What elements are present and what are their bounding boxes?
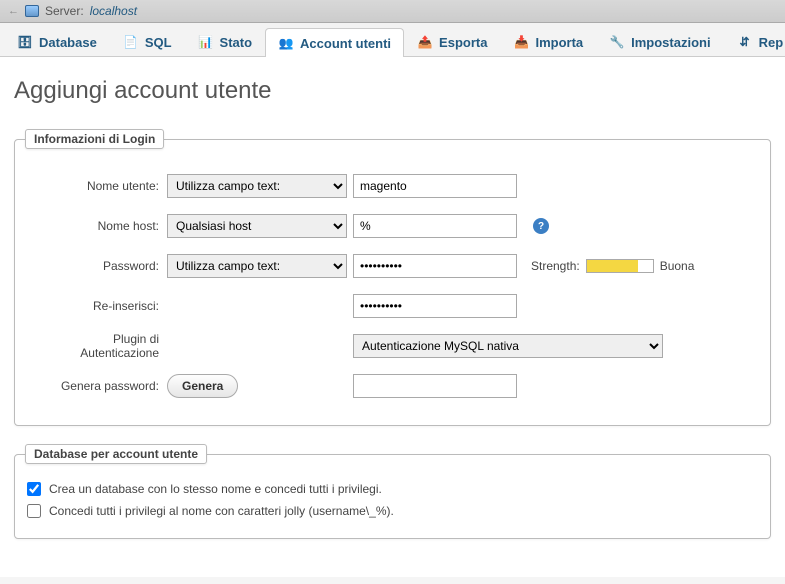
create-db-checkbox[interactable] bbox=[27, 482, 41, 496]
generate-button[interactable]: Genera bbox=[167, 374, 238, 398]
strength-bar bbox=[586, 259, 654, 273]
create-db-label: Crea un database con lo stesso nome e co… bbox=[49, 482, 382, 496]
tab-user-accounts[interactable]: 👥 Account utenti bbox=[265, 28, 404, 57]
breadcrumb: ← Server: localhost bbox=[0, 0, 785, 23]
database-legend: Database per account utente bbox=[25, 444, 207, 464]
server-icon bbox=[25, 5, 39, 17]
tab-import[interactable]: 📥 Importa bbox=[500, 27, 596, 56]
breadcrumb-server-link[interactable]: localhost bbox=[90, 4, 137, 18]
main-content: Aggiungi account utente Informazioni di … bbox=[0, 57, 785, 577]
auth-plugin-label: Plugin di Autenticazione bbox=[25, 332, 167, 360]
import-icon: 📥 bbox=[513, 34, 529, 50]
password-type-select[interactable]: Utilizza campo text: bbox=[167, 254, 347, 278]
tab-bar: 🗄 Database 📄 SQL 📊 Stato 👥 Account utent… bbox=[0, 23, 785, 57]
tab-export[interactable]: 📤 Esporta bbox=[404, 27, 500, 56]
row-generate: Genera password: Genera bbox=[25, 369, 760, 403]
tab-label: Database bbox=[39, 35, 97, 50]
wildcard-checkbox[interactable] bbox=[27, 504, 41, 518]
wildcard-label: Concedi tutti i privilegi al nome con ca… bbox=[49, 504, 394, 518]
tab-status[interactable]: 📊 Stato bbox=[185, 27, 266, 56]
tab-replication[interactable]: ⇵ Rep bbox=[724, 27, 785, 56]
database-icon: 🗄 bbox=[17, 34, 33, 50]
username-type-select[interactable]: Utilizza campo text: bbox=[167, 174, 347, 198]
tab-label: Importa bbox=[535, 35, 583, 50]
login-info-legend: Informazioni di Login bbox=[25, 129, 164, 149]
row-wildcard: Concedi tutti i privilegi al nome con ca… bbox=[25, 500, 760, 522]
host-type-select[interactable]: Qualsiasi host bbox=[167, 214, 347, 238]
host-label: Nome host: bbox=[25, 219, 167, 233]
generated-password-input[interactable] bbox=[353, 374, 517, 398]
password-strength: Strength: Buona bbox=[531, 259, 694, 273]
retype-label: Re-inserisci: bbox=[25, 299, 167, 313]
password-input[interactable] bbox=[353, 254, 517, 278]
password-label: Password: bbox=[25, 259, 167, 273]
row-create-db: Crea un database con lo stesso nome e co… bbox=[25, 478, 760, 500]
retype-input[interactable] bbox=[353, 294, 517, 318]
strength-text: Buona bbox=[660, 259, 695, 273]
sql-icon: 📄 bbox=[123, 34, 139, 50]
tab-label: SQL bbox=[145, 35, 172, 50]
tab-settings[interactable]: 🔧 Impostazioni bbox=[596, 27, 723, 56]
tab-sql[interactable]: 📄 SQL bbox=[110, 27, 185, 56]
gear-icon: 🔧 bbox=[609, 34, 625, 50]
database-fieldset: Database per account utente Crea un data… bbox=[14, 444, 771, 539]
login-info-fieldset: Informazioni di Login Nome utente: Utili… bbox=[14, 129, 771, 426]
strength-label: Strength: bbox=[531, 259, 580, 273]
row-username: Nome utente: Utilizza campo text: bbox=[25, 169, 760, 203]
tab-label: Account utenti bbox=[300, 36, 391, 51]
users-icon: 👥 bbox=[278, 35, 294, 51]
row-password: Password: Utilizza campo text: Strength:… bbox=[25, 249, 760, 283]
tab-label: Esporta bbox=[439, 35, 487, 50]
auth-plugin-select[interactable]: Autenticazione MySQL nativa bbox=[353, 334, 663, 358]
username-label: Nome utente: bbox=[25, 179, 167, 193]
generate-label: Genera password: bbox=[25, 379, 167, 393]
host-input[interactable] bbox=[353, 214, 517, 238]
tab-database[interactable]: 🗄 Database bbox=[4, 27, 110, 56]
tab-label: Stato bbox=[220, 35, 253, 50]
row-auth-plugin: Plugin di Autenticazione Autenticazione … bbox=[25, 329, 760, 363]
row-host: Nome host: Qualsiasi host ? bbox=[25, 209, 760, 243]
replication-icon: ⇵ bbox=[737, 34, 753, 50]
tab-label: Impostazioni bbox=[631, 35, 710, 50]
page-title: Aggiungi account utente bbox=[14, 77, 771, 105]
username-input[interactable] bbox=[353, 174, 517, 198]
export-icon: 📤 bbox=[417, 34, 433, 50]
status-icon: 📊 bbox=[198, 34, 214, 50]
help-icon[interactable]: ? bbox=[533, 218, 549, 234]
breadcrumb-server-label: Server: bbox=[45, 4, 84, 18]
tab-label: Rep bbox=[759, 35, 784, 50]
breadcrumb-back-icon[interactable]: ← bbox=[8, 5, 19, 17]
row-retype: Re-inserisci: bbox=[25, 289, 760, 323]
